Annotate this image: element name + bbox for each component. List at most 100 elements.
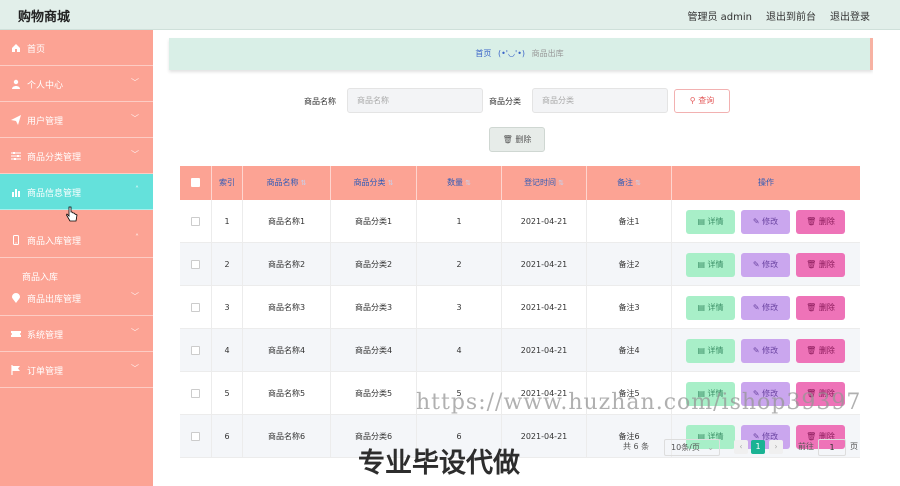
cell-name: 商品名称6 (243, 415, 331, 458)
trash-icon: 🗑 (806, 346, 819, 355)
chevron-down-icon: ﹀ (131, 364, 139, 373)
row-select-cell (180, 415, 212, 458)
header-index: 索引 (212, 166, 243, 200)
row-select-cell (180, 329, 212, 372)
breadcrumb-separator: (•'◡'•) (497, 49, 526, 58)
cell-date: 2021-04-21 (502, 200, 587, 243)
cell-index: 6 (212, 415, 243, 458)
sidebar-item-product-info-management[interactable]: 商品信息管理 ˄ (0, 174, 153, 210)
sort-icon: ⇅ (635, 179, 641, 187)
delete-button-label: 删除 (818, 303, 835, 312)
page-number-button[interactable]: 1 (751, 440, 765, 454)
delete-button[interactable]: 🗑 删除 (796, 339, 845, 363)
next-page-button[interactable]: › (769, 440, 783, 454)
cell-index: 5 (212, 372, 243, 415)
pencil-icon: ✎ (752, 217, 763, 226)
header-category[interactable]: 商品分类 ⇅ (331, 166, 417, 200)
detail-button[interactable]: ▤ 详情 (686, 210, 735, 234)
document-icon: ▤ (697, 217, 708, 226)
sidebar-item-personal-center[interactable]: 个人中心 ﹀ (0, 66, 153, 102)
sidebar-item-stock-out-management[interactable]: 商品出库管理 ﹀ (0, 280, 153, 316)
edit-button[interactable]: ✎ 修改 (741, 296, 790, 320)
detail-button[interactable]: ▤ 详情 (686, 253, 735, 277)
cell-note: 备注2 (587, 243, 672, 286)
select-all-checkbox[interactable] (191, 178, 200, 187)
sort-icon: ⇅ (558, 179, 564, 187)
row-checkbox[interactable] (191, 217, 200, 226)
delete-button[interactable]: 🗑 删除 (796, 210, 845, 234)
pencil-icon: ✎ (752, 346, 763, 355)
trash-icon: 🗑 (502, 135, 513, 144)
header-note[interactable]: 备注 ⇅ (587, 166, 672, 200)
row-checkbox[interactable] (191, 346, 200, 355)
query-button[interactable]: ⚲ 查询 (674, 89, 730, 113)
row-checkbox[interactable] (191, 432, 200, 441)
edit-button[interactable]: ✎ 修改 (741, 253, 790, 277)
delete-button[interactable]: 🗑 删除 (796, 253, 845, 277)
cell-category: 商品分类2 (331, 243, 417, 286)
sidebar-item-label: 商品出库管理 (27, 295, 82, 305)
header-links: 管理员 admin 退出到前台 退出登录 (687, 8, 870, 23)
send-icon (11, 115, 21, 125)
pagination-total: 共 6 条 (623, 442, 650, 451)
select-all-cell (180, 166, 212, 200)
ticket-icon (11, 331, 21, 337)
product-name-input[interactable]: 商品名称 (347, 88, 483, 113)
page-size-select[interactable]: 10条/页 ⌄ (664, 439, 720, 456)
admin-user-label[interactable]: 管理员 admin (687, 8, 752, 23)
detail-button[interactable]: ▤ 详情 (686, 339, 735, 363)
cell-name: 商品名称4 (243, 329, 331, 372)
product-category-input[interactable]: 商品分类 (532, 88, 668, 113)
trash-icon: 🗑 (806, 217, 819, 226)
sort-icon: ⇅ (387, 179, 394, 187)
delete-button-label: 删除 (818, 260, 835, 269)
row-checkbox[interactable] (191, 303, 200, 312)
row-select-cell (180, 286, 212, 329)
sidebar-item-stock-in-management[interactable]: 商品入库管理 ˄ (0, 222, 153, 258)
table-row: 4 商品名称4 商品分类4 4 2021-04-21 备注4 ▤ 详情 ✎ 修改 🗑 删除 (180, 329, 860, 372)
sidebar-item-order-management[interactable]: 订单管理 ﹀ (0, 352, 153, 388)
sidebar-item-label: 商品入库管理 (27, 237, 82, 247)
header-date[interactable]: 登记时间 ⇅ (502, 166, 587, 200)
edit-button[interactable]: ✎ 修改 (741, 210, 790, 234)
logout-link[interactable]: 退出登录 (830, 8, 870, 23)
chevron-up-icon: ˄ (135, 233, 139, 242)
sort-icon: ⇅ (300, 179, 307, 187)
header-quantity[interactable]: 数量 ⇅ (417, 166, 502, 200)
phone-icon (13, 235, 19, 245)
sidebar-item-category-management[interactable]: 商品分类管理 ﹀ (0, 138, 153, 174)
page-size-value: 10条/页 (671, 443, 700, 452)
breadcrumb-home[interactable]: 首页 (475, 49, 491, 58)
header-name[interactable]: 商品名称 ⇅ (243, 166, 331, 200)
delete-button-label: 删除 (818, 217, 835, 226)
prev-page-button[interactable]: ‹ (734, 440, 748, 454)
cell-date: 2021-04-21 (502, 243, 587, 286)
cell-quantity: 1 (417, 200, 502, 243)
batch-delete-button[interactable]: 🗑 删除 (489, 127, 545, 152)
edit-button[interactable]: ✎ 修改 (741, 339, 790, 363)
breadcrumb-current: 商品出库 (531, 49, 564, 58)
to-front-link[interactable]: 退出到前台 (766, 8, 816, 23)
document-icon: ▤ (697, 260, 708, 269)
delete-button[interactable]: 🗑 删除 (796, 296, 845, 320)
sidebar-item-system-management[interactable]: 系统管理 ﹀ (0, 316, 153, 352)
chevron-down-icon: ﹀ (131, 114, 139, 123)
cell-quantity: 3 (417, 286, 502, 329)
delete-button-label: 删除 (818, 346, 835, 355)
sidebar-item-home[interactable]: 首页 (0, 30, 153, 66)
page-unit-label: 页 (850, 442, 858, 451)
sidebar-item-label: 商品信息管理 (27, 189, 82, 199)
cell-name: 商品名称1 (243, 200, 331, 243)
top-header: 购物商城 管理员 admin 退出到前台 退出登录 (0, 0, 900, 30)
pencil-icon: ✎ (752, 303, 763, 312)
cell-name: 商品名称5 (243, 372, 331, 415)
goto-page-input[interactable]: 1 (818, 439, 846, 456)
detail-button[interactable]: ▤ 详情 (686, 296, 735, 320)
bar-chart-icon (12, 189, 20, 197)
row-checkbox[interactable] (191, 389, 200, 398)
trash-icon: 🗑 (806, 303, 819, 312)
row-checkbox[interactable] (191, 260, 200, 269)
pencil-icon: ✎ (752, 260, 763, 269)
detail-button-label: 详情 (707, 217, 724, 226)
sidebar-item-user-management[interactable]: 用户管理 ﹀ (0, 102, 153, 138)
